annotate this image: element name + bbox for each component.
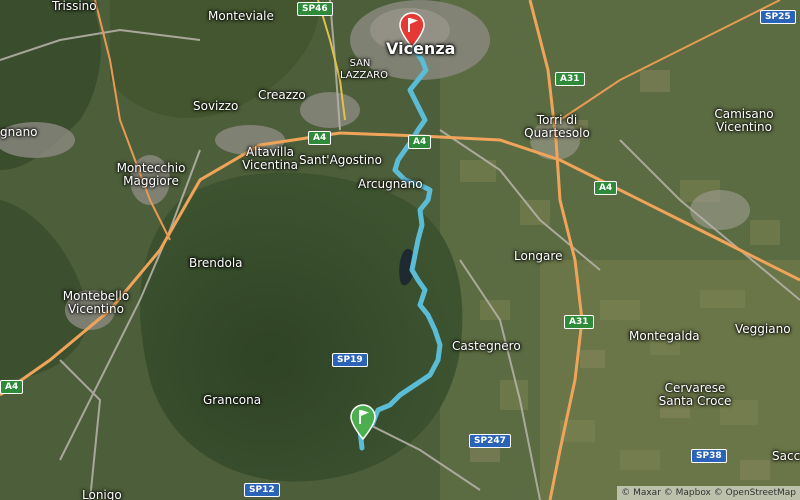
road-shield: A31 <box>564 315 594 329</box>
start-marker[interactable] <box>349 404 377 440</box>
satellite-base <box>0 0 800 500</box>
place-label: Sant'Agostino <box>299 153 382 167</box>
road-shield: SP247 <box>469 434 511 448</box>
place-label: Grancona <box>203 393 262 407</box>
map-view[interactable]: Trissino Monteviale Vicenza SAN LAZZARO … <box>0 0 800 500</box>
place-label: Veggiano <box>735 322 791 336</box>
place-label: Altavilla Vicentina <box>242 145 298 172</box>
road-shield: A31 <box>555 72 585 86</box>
place-label: Camisano Vicentino <box>714 107 774 134</box>
place-label: SAN LAZZARO <box>340 58 389 81</box>
place-label: Lonigo <box>82 488 122 500</box>
road-shield: A4 <box>0 380 24 394</box>
place-label: Sovizzo <box>193 99 239 113</box>
place-label: Creazzo <box>258 88 306 102</box>
place-label: Torri di Quartesolo <box>524 113 590 140</box>
place-label: Longare <box>514 249 563 263</box>
place-label: Castegnero <box>452 339 521 353</box>
road-shield: A4 <box>408 135 432 149</box>
road-shield: A4 <box>308 131 332 145</box>
road-shield: SP25 <box>760 10 796 24</box>
map-attribution[interactable]: © Maxar © Mapbox © OpenStreetMap <box>617 486 800 500</box>
place-label: Montegalda <box>629 329 700 343</box>
place-label: Arcugnano <box>358 177 423 191</box>
place-label: gnano <box>0 125 38 139</box>
place-label: Montebello Vicentino <box>62 289 130 316</box>
road-shield: A4 <box>594 181 618 195</box>
place-label: Cervarese Santa Croce <box>658 381 732 408</box>
flag-icon <box>350 404 376 440</box>
place-label: Montecchio Maggiore <box>116 161 186 188</box>
place-label: Monteviale <box>208 9 274 23</box>
place-label: Trissino <box>52 0 97 13</box>
road-shield: SP38 <box>691 449 727 463</box>
road-shield: SP19 <box>332 353 368 367</box>
place-label: Saccc <box>772 449 800 463</box>
place-label: Brendola <box>189 256 243 270</box>
road-shield: SP12 <box>244 483 280 497</box>
place-label-vicenza: Vicenza <box>386 39 456 58</box>
road-shield: SP46 <box>297 2 333 16</box>
